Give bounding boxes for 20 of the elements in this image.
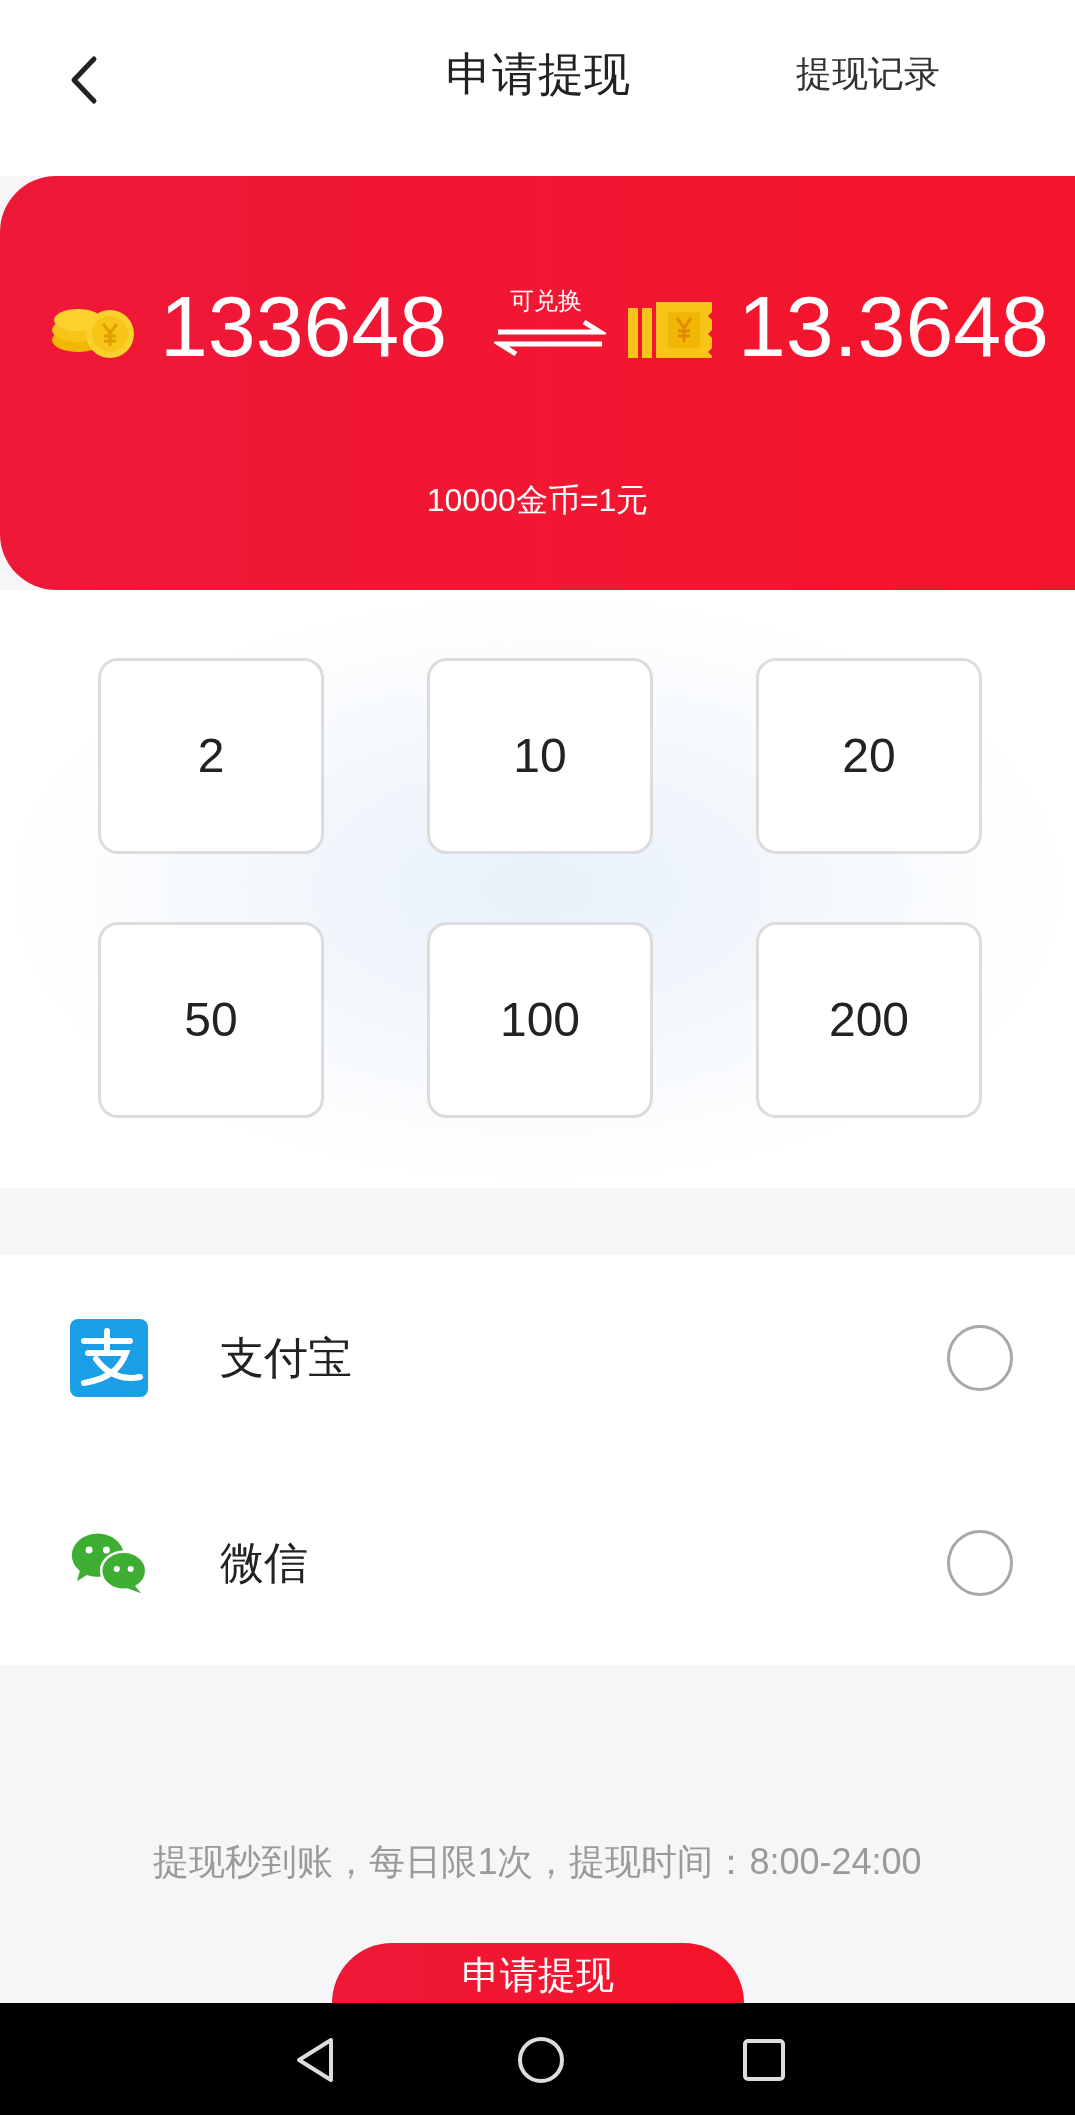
amount-option[interactable]: 20 [756,658,982,854]
coin-balance: 133648 [160,277,447,376]
home-nav-icon[interactable] [517,2036,565,2084]
withdrawal-note: 提现秒到账，每日限1次，提现时间：8:00-24:00 [152,1840,923,1884]
payment-label: 支付宝 [220,1331,353,1384]
amount-option[interactable]: 2 [98,658,324,854]
amount-option[interactable]: 10 [427,658,653,854]
cash-balance: 13.3648 [738,277,1049,376]
exchange-rate: 10000金币=1元 [425,481,650,520]
ticket-icon [628,300,714,360]
payment-label: 微信 [220,1536,309,1589]
apply-withdrawal-button[interactable]: 申请提现 [331,1943,744,2003]
amount-option[interactable]: 50 [98,922,324,1118]
exchange-label: 可兑换 [510,286,582,316]
page-title: 申请提现 [444,47,631,102]
amount-option[interactable]: 100 [427,922,653,1118]
alipay-icon [70,1318,148,1397]
amount-option[interactable]: 200 [756,922,982,1118]
withdrawal-history-link[interactable]: 提现记录 [796,50,940,98]
recents-nav-icon[interactable] [742,2038,786,2082]
